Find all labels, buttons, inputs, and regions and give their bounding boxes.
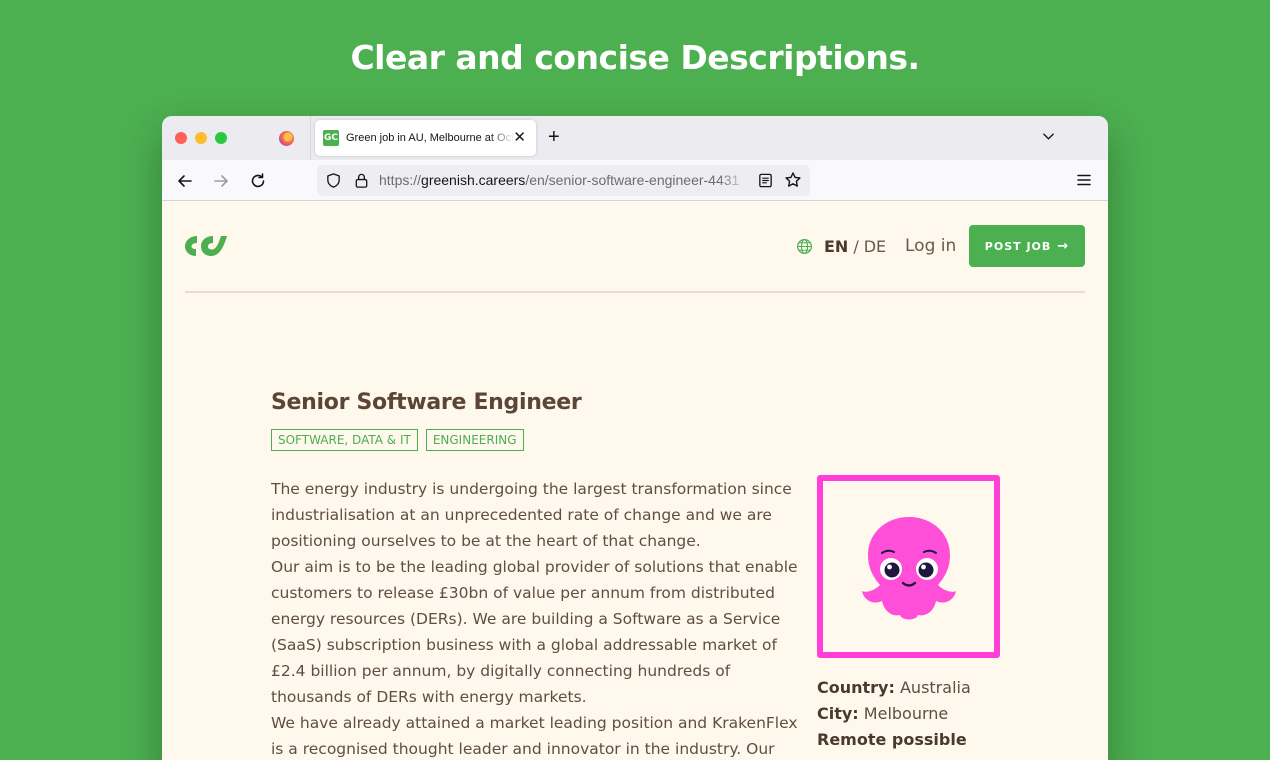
url-path: /en/senior-software-engineer-4431 [525, 172, 740, 188]
job-description: The energy industry is undergoing the la… [271, 476, 809, 760]
shield-icon[interactable] [325, 172, 342, 189]
url-domain: greenish.careers [421, 172, 526, 188]
job-title: Senior Software Engineer [271, 390, 582, 415]
tab-favicon-icon: GC [323, 130, 339, 146]
tab-strip: GC Green job in AU, Melbourne at Octopus… [162, 116, 1108, 160]
login-link[interactable]: Log in [905, 236, 956, 256]
arrow-right-icon: → [1057, 238, 1070, 254]
close-window-button[interactable] [175, 132, 187, 144]
country-label: Country: [817, 678, 895, 697]
url-text[interactable]: https://greenish.careers/en/senior-softw… [379, 172, 749, 188]
forward-arrow-icon[interactable] [211, 171, 231, 191]
minimize-window-button[interactable] [195, 132, 207, 144]
city-value: Melbourne [863, 704, 949, 723]
web-page: EN / DE Log in POST JOB → Senior Softwar… [162, 201, 1108, 760]
site-logo[interactable] [185, 234, 227, 258]
job-tags: SOFTWARE, DATA & IT ENGINEERING [271, 429, 532, 451]
country-value: Australia [899, 678, 971, 697]
navigation-toolbar: https://greenish.careers/en/senior-softw… [162, 160, 1108, 201]
back-arrow-icon[interactable] [175, 171, 195, 191]
meta-city: City: Melbourne [817, 701, 971, 727]
city-label: City: [817, 704, 859, 723]
meta-remote: Remote possible [817, 727, 971, 753]
header-divider [185, 291, 1085, 293]
tab-title: Green job in AU, Melbourne at Octopus [346, 132, 514, 144]
description-paragraph: The energy industry is undergoing the la… [271, 480, 792, 550]
headline: Clear and concise Descriptions. [350, 38, 920, 77]
zoom-window-button[interactable] [215, 132, 227, 144]
new-tab-button[interactable]: + [548, 126, 560, 148]
tag-engineering[interactable]: ENGINEERING [425, 429, 524, 451]
company-logo[interactable] [817, 475, 1000, 658]
lock-icon[interactable] [353, 172, 370, 189]
reader-view-icon[interactable] [757, 172, 774, 189]
globe-icon [796, 238, 813, 255]
tag-software-data-it[interactable]: SOFTWARE, DATA & IT [271, 429, 418, 451]
language-switcher: EN / DE [796, 237, 886, 256]
browser-window: GC Green job in AU, Melbourne at Octopus… [162, 116, 1108, 760]
reload-icon[interactable] [248, 171, 268, 191]
hamburger-menu-icon[interactable] [1076, 172, 1092, 188]
tab-close-icon[interactable]: ✕ [513, 128, 526, 146]
url-bar[interactable]: https://greenish.careers/en/senior-softw… [317, 165, 810, 196]
chevron-down-icon[interactable] [1042, 130, 1055, 143]
firefox-view-icon[interactable] [279, 131, 294, 146]
octopus-mascot-icon [862, 517, 956, 620]
job-meta: Country: Australia City: Melbourne Remot… [817, 675, 971, 753]
tab-separator [310, 116, 311, 160]
bookmark-star-icon[interactable] [784, 171, 802, 189]
url-scheme: https:// [379, 172, 422, 188]
post-job-label: POST JOB [984, 239, 1052, 253]
description-paragraph: We have already attained a market leadin… [271, 714, 798, 758]
meta-country: Country: Australia [817, 675, 971, 701]
description-paragraph: Our aim is to be the leading global prov… [271, 558, 798, 706]
language-separator: / [853, 237, 859, 256]
tab-active[interactable]: GC Green job in AU, Melbourne at Octopus… [315, 120, 536, 156]
post-job-button[interactable]: POST JOB → [969, 225, 1085, 267]
remote-label: Remote possible [817, 730, 967, 749]
language-de-link[interactable]: DE [864, 237, 886, 256]
language-en-link[interactable]: EN [824, 237, 848, 256]
